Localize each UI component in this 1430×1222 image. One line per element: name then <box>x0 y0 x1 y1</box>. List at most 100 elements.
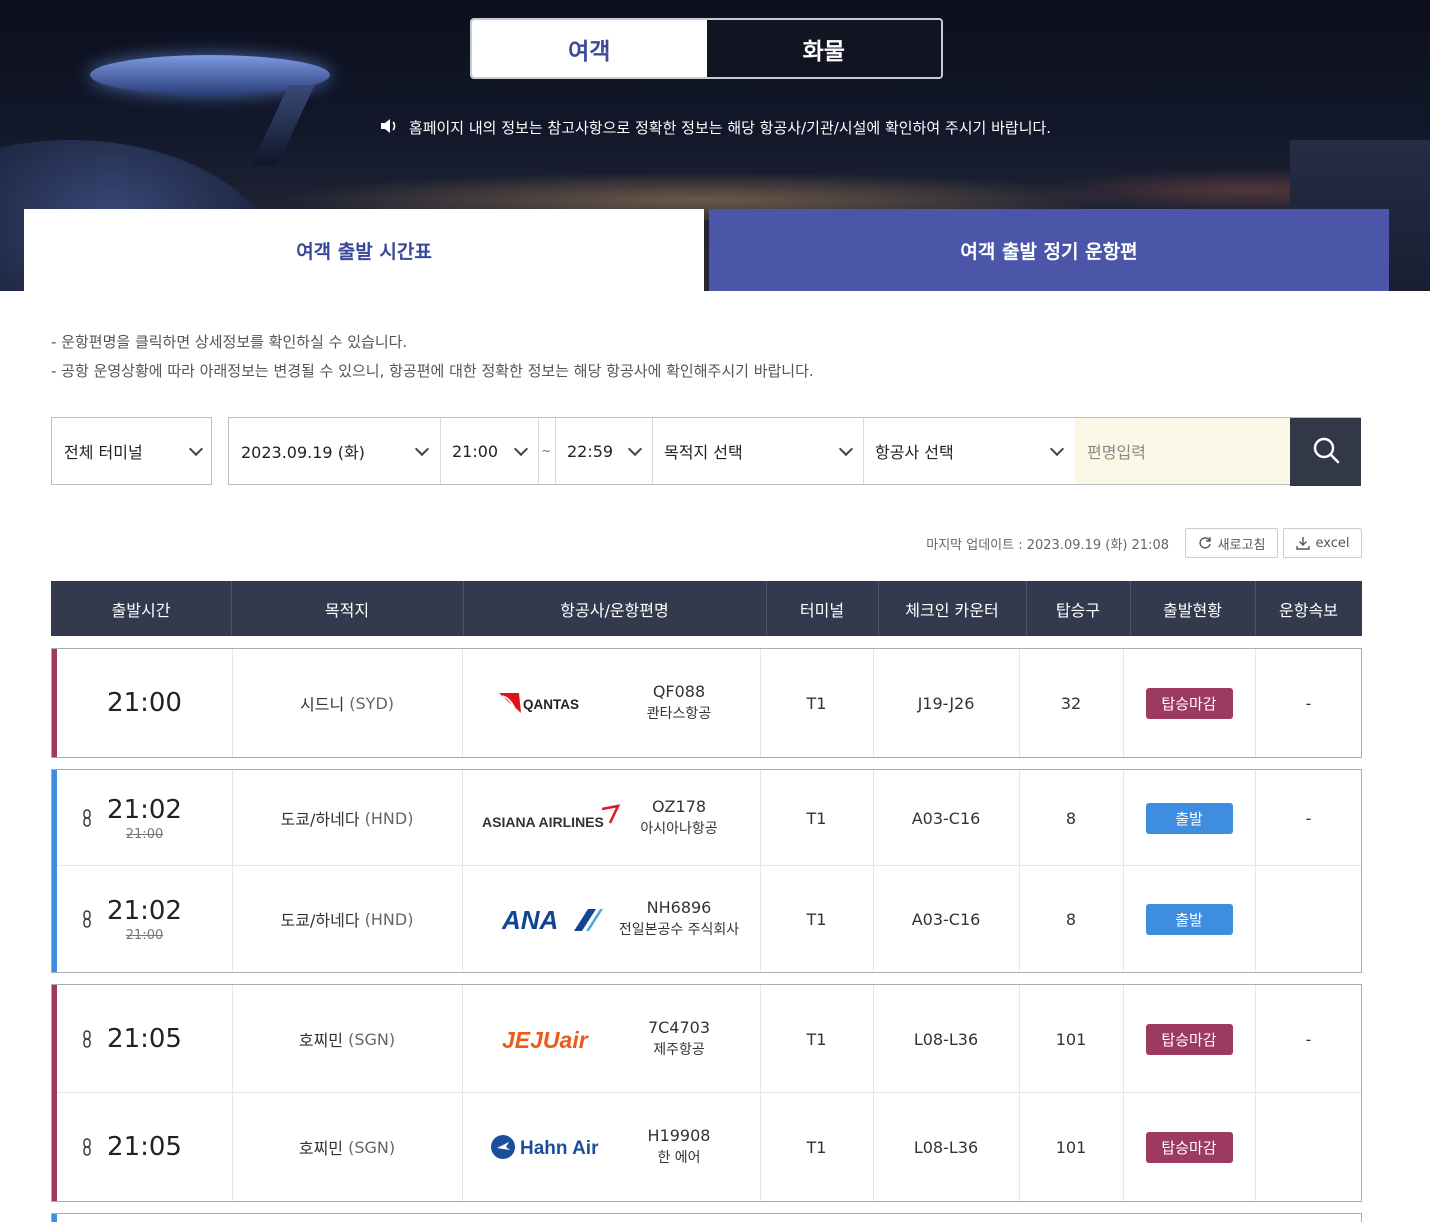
destination-name: 호찌민 <box>298 1031 344 1050</box>
mode-toggle: 여객 화물 <box>470 18 943 79</box>
refresh-icon <box>1198 536 1212 550</box>
col-destination: 목적지 <box>324 600 370 620</box>
news-cell: - <box>1305 808 1312 828</box>
terminal-cell: T1 <box>806 693 827 713</box>
status-badge: 탑승마감 <box>1145 1023 1233 1055</box>
terminal-cell: T1 <box>806 1029 827 1049</box>
airline-name: 한 에어 <box>657 1150 701 1166</box>
destination-cell: 호찌민 (SGN) <box>232 985 462 1093</box>
checkin-counter-cell: A03-C16 <box>911 909 981 929</box>
flight-info[interactable]: OZ178 아시아나항공 <box>612 796 746 840</box>
flight-number[interactable]: NH6896 <box>647 897 712 919</box>
terminal-cell: T1 <box>806 1137 827 1157</box>
refresh-button[interactable]: 새로고침 <box>1185 528 1278 558</box>
table-row[interactable]: 21:05 호찌민 (SGN) Hahn Air H19908 한 에어 T1 L… <box>57 1093 1361 1201</box>
search-button[interactable] <box>1290 418 1361 486</box>
svg-text:JEJUair: JEJUair <box>502 1027 589 1053</box>
flight-number[interactable]: OZ178 <box>652 796 706 818</box>
col-news: 운항속보 <box>1279 600 1338 620</box>
flight-number-input[interactable]: 편명입력 <box>1075 418 1290 484</box>
col-status: 출발현황 <box>1163 600 1222 620</box>
destination-cell: 도쿄/하네다 (HND) <box>232 770 462 866</box>
flight-group: 21:02 21:00 도쿄/하네다 (HND) ASIANA AIRLINES… <box>51 769 1362 973</box>
airline-cell: ASIANA AIRLINES OZ178 아시아나항공 <box>462 770 760 866</box>
airline-select[interactable]: 항공사 선택 <box>863 418 1074 484</box>
svg-text:ANA: ANA <box>501 905 558 934</box>
flight-group: 21:05 호찌민 (SGN) JEJUair 7C4703 제주항공 T1 L0… <box>51 984 1362 1202</box>
airline-cell: QANTAS QF088 콴타스항공 <box>462 649 760 757</box>
speaker-icon <box>379 119 399 137</box>
destination-name: 도쿄/하네다 <box>280 911 360 930</box>
airline-name: 아시아나항공 <box>640 821 718 837</box>
news-cell <box>1255 1093 1362 1201</box>
flight-number[interactable]: QF088 <box>653 681 705 703</box>
destination-cell: 도쿄/하네다 (HND) <box>232 866 462 972</box>
table-row[interactable]: 21:05 호찌민 (SGN) JEJUair 7C4703 제주항공 T1 L0… <box>57 985 1361 1093</box>
destination-select[interactable]: 목적지 선택 <box>652 418 863 484</box>
download-icon <box>1295 536 1310 550</box>
airline-name: 콴타스항공 <box>646 706 712 722</box>
flight-number[interactable]: 7C4703 <box>648 1017 710 1039</box>
terminal-cell: T1 <box>806 808 827 828</box>
gate-cell: 8 <box>1065 808 1077 828</box>
gate-cell: 32 <box>1060 693 1082 713</box>
col-gate: 탑승구 <box>1055 600 1101 620</box>
col-departure-time: 출발시간 <box>111 600 171 620</box>
destination-code: (SGN) <box>348 1137 396 1157</box>
flight-info[interactable]: H19908 한 에어 <box>612 1125 746 1169</box>
departure-time: 21:02 <box>107 794 182 825</box>
tab-regular-flights[interactable]: 여객 출발 정기 운항편 <box>709 209 1389 291</box>
tab-cargo[interactable]: 화물 <box>706 20 941 77</box>
destination-code: (SGN) <box>348 1029 396 1049</box>
airline-cell: Hahn Air H19908 한 에어 <box>462 1093 760 1201</box>
destination-name: 호찌민 <box>298 1139 344 1158</box>
codeshare-icon[interactable] <box>83 1030 91 1048</box>
terminal-select[interactable]: 전체 터미널 <box>51 417 212 485</box>
col-airline-flight: 항공사/운항편명 <box>560 600 669 620</box>
info-text: - 운항편명을 클릭하면 상세정보를 확인하실 수 있습니다. - 공항 운영상… <box>51 328 814 386</box>
flight-number[interactable]: H19908 <box>648 1125 711 1147</box>
info-line: - 공항 운영상황에 따라 아래정보는 변경될 수 있으니, 항공편에 대한 정… <box>51 362 814 380</box>
checkin-counter-cell: J19-J26 <box>917 693 975 713</box>
last-update-text: 마지막 업데이트 : 2023.09.19 (화) 21:08 <box>926 538 1169 553</box>
svg-text:QANTAS: QANTAS <box>523 697 579 712</box>
destination-code: (HND) <box>364 808 414 828</box>
flight-info[interactable]: NH6896 전일본공수 주식회사 <box>612 897 746 941</box>
checkin-counter-cell: A03-C16 <box>911 808 981 828</box>
terminal-cell: T1 <box>806 909 827 929</box>
sub-tabs: 여객 출발 시간표 여객 출발 정기 운항편 <box>24 209 1389 291</box>
table-row[interactable]: 21:02 21:00 도쿄/하네다 (HND) ANA NH6896 전일본공… <box>57 866 1361 972</box>
flight-info[interactable]: 7C4703 제주항공 <box>612 1017 746 1061</box>
table-row[interactable]: 21:02 21:00 도쿄/하네다 (HND) ASIANA AIRLINES… <box>57 770 1361 866</box>
table-header: 출발시간 목적지 항공사/운항편명 터미널 체크인 카운터 탑승구 출발현황 운… <box>51 581 1362 636</box>
excel-label: excel <box>1315 535 1350 551</box>
departure-time: 21:05 <box>107 1132 182 1162</box>
news-cell <box>1255 866 1362 972</box>
gate-cell: 101 <box>1055 1029 1087 1049</box>
date-select[interactable]: 2023.09.19 (화) <box>229 418 440 484</box>
destination-select-value: 목적지 선택 <box>664 443 743 462</box>
time-to-value: 22:59 <box>567 441 614 461</box>
codeshare-icon[interactable] <box>83 809 91 827</box>
destination-cell: 호찌민 (SGN) <box>232 1093 462 1201</box>
codeshare-icon[interactable] <box>83 910 91 928</box>
status-cell: 탑승마감 <box>1123 1093 1255 1201</box>
tab-departure-schedule[interactable]: 여객 출발 시간표 <box>24 209 704 291</box>
departure-time: 21:02 <box>107 895 182 926</box>
codeshare-icon[interactable] <box>83 1138 91 1156</box>
hero-banner: 여객 화물 홈페이지 내의 정보는 참고사항으로 정확한 정보는 해당 항공사/… <box>0 0 1430 291</box>
status-badge: 출발 <box>1145 903 1233 935</box>
excel-button[interactable]: excel <box>1283 528 1362 558</box>
airline-cell: JEJUair 7C4703 제주항공 <box>462 985 760 1093</box>
tab-passenger[interactable]: 여객 <box>472 20 707 77</box>
flight-info[interactable]: QF088 콴타스항공 <box>612 681 746 725</box>
departure-time: 21:05 <box>107 1024 182 1054</box>
search-icon <box>1312 436 1340 468</box>
svg-text:ASIANA AIRLINES: ASIANA AIRLINES <box>482 814 604 830</box>
status-cell: 출발 <box>1123 866 1255 972</box>
date-select-value: 2023.09.19 (화) <box>241 443 365 462</box>
airline-name: 전일본공수 주식회사 <box>618 922 740 938</box>
table-row[interactable]: 21:00 시드니 (SYD) QANTAS QF088 콴타스항공 T1 J19… <box>57 649 1361 757</box>
departure-time: 21:00 <box>107 688 182 718</box>
status-badge: 탑승마감 <box>1145 687 1233 719</box>
